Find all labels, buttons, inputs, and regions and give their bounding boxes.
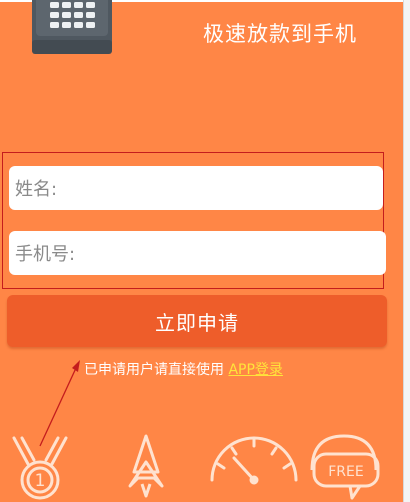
app-login-link[interactable]: APP登录 [228, 362, 282, 378]
name-placeholder: 姓名: [15, 179, 58, 200]
phone-placeholder: 手机号: [15, 244, 76, 265]
window-scrollbar[interactable] [403, 0, 410, 502]
speedometer-icon [210, 436, 298, 485]
free-badge-icon: FREE [310, 434, 380, 500]
name-input[interactable]: 姓名: [9, 166, 383, 210]
slogan-text: 极速放款到手机 [203, 22, 357, 46]
medal-icon: 1 [12, 436, 68, 500]
svg-text:1: 1 [35, 471, 46, 491]
feature-icons-row: 1 FREE [12, 434, 380, 500]
apply-now-button[interactable]: 立即申请 [7, 295, 387, 347]
rocket-icon [128, 434, 164, 498]
phone-input[interactable]: 手机号: [9, 231, 386, 275]
svg-text:FREE: FREE [328, 464, 363, 480]
phone-illustration-icon [32, 0, 112, 54]
